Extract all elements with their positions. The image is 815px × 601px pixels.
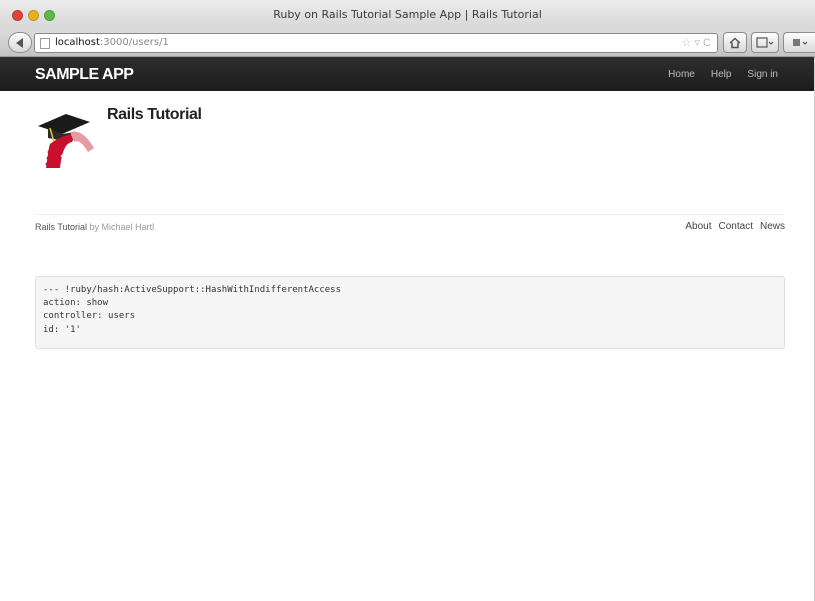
app-navbar: SAMPLE APP Home Help Sign in (0, 57, 815, 91)
brand-logo[interactable]: SAMPLE APP (35, 66, 134, 84)
nav-help-link[interactable]: Help (711, 69, 732, 80)
url-host: localhost (55, 37, 100, 48)
url-path: :3000/users/1 (99, 37, 169, 48)
back-button[interactable] (8, 32, 32, 53)
bookmarks-button[interactable] (751, 32, 779, 53)
footer-about-link[interactable]: About (685, 221, 711, 232)
rails-tutorial-logo (38, 114, 94, 168)
address-bar[interactable]: localhost:3000/users/1 ☆ ▿ C (34, 33, 718, 53)
footer-author-link[interactable]: by Michael Hartl (90, 222, 155, 232)
menu-button[interactable] (783, 32, 815, 53)
footer-links: About Contact News (685, 221, 785, 232)
bookmark-star-icon[interactable]: ☆ ▿ C (682, 36, 711, 49)
page-icon (40, 38, 50, 49)
footer-credit: Rails Tutorial by Michael Hartl (35, 222, 154, 232)
footer-divider (35, 214, 785, 215)
url-text: localhost:3000/users/1 (55, 37, 169, 48)
nav-home-link[interactable]: Home (668, 69, 695, 80)
debug-line: id: '1' (43, 324, 81, 335)
page-title: Rails Tutorial (107, 106, 202, 123)
home-icon[interactable] (723, 32, 747, 53)
footer-brand-link[interactable]: Rails Tutorial (35, 222, 87, 232)
nav-sign-in-link[interactable]: Sign in (747, 69, 778, 80)
debug-params-block: --- !ruby/hash:ActiveSupport::HashWithIn… (35, 276, 785, 349)
debug-line: --- !ruby/hash:ActiveSupport::HashWithIn… (43, 285, 342, 295)
browser-toolbar: localhost:3000/users/1 ☆ ▿ C (0, 30, 815, 57)
nav-links: Home Help Sign in (668, 69, 778, 80)
debug-line: action: show (43, 298, 109, 309)
footer-news-link[interactable]: News (760, 221, 785, 232)
footer-contact-link[interactable]: Contact (719, 221, 753, 232)
window-title: Ruby on Rails Tutorial Sample App | Rail… (273, 8, 542, 21)
debug-line: controller: users (43, 311, 136, 322)
window-title-bar: Ruby on Rails Tutorial Sample App | Rail… (0, 0, 815, 30)
